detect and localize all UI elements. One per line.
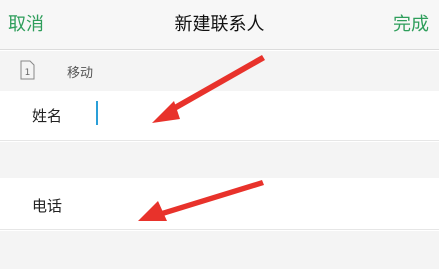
section-separator — [0, 142, 439, 178]
sim-card-icon: 1 — [20, 60, 35, 80]
phone-field-label: 电话 — [32, 197, 63, 215]
name-field-row[interactable] — [0, 91, 439, 141]
name-field-label: 姓名 — [32, 107, 63, 125]
sim-number: 1 — [25, 68, 31, 78]
name-input-cursor[interactable] — [96, 101, 98, 125]
account-selector-row[interactable] — [0, 51, 439, 91]
page-title: 新建联系人 — [174, 14, 265, 35]
done-button[interactable]: 完成 — [393, 10, 429, 36]
phone-field-row[interactable] — [0, 178, 439, 230]
bottom-area — [0, 231, 439, 269]
account-label: 移动 — [67, 66, 94, 81]
navigation-bar: 取消 新建联系人 完成 — [0, 0, 439, 50]
